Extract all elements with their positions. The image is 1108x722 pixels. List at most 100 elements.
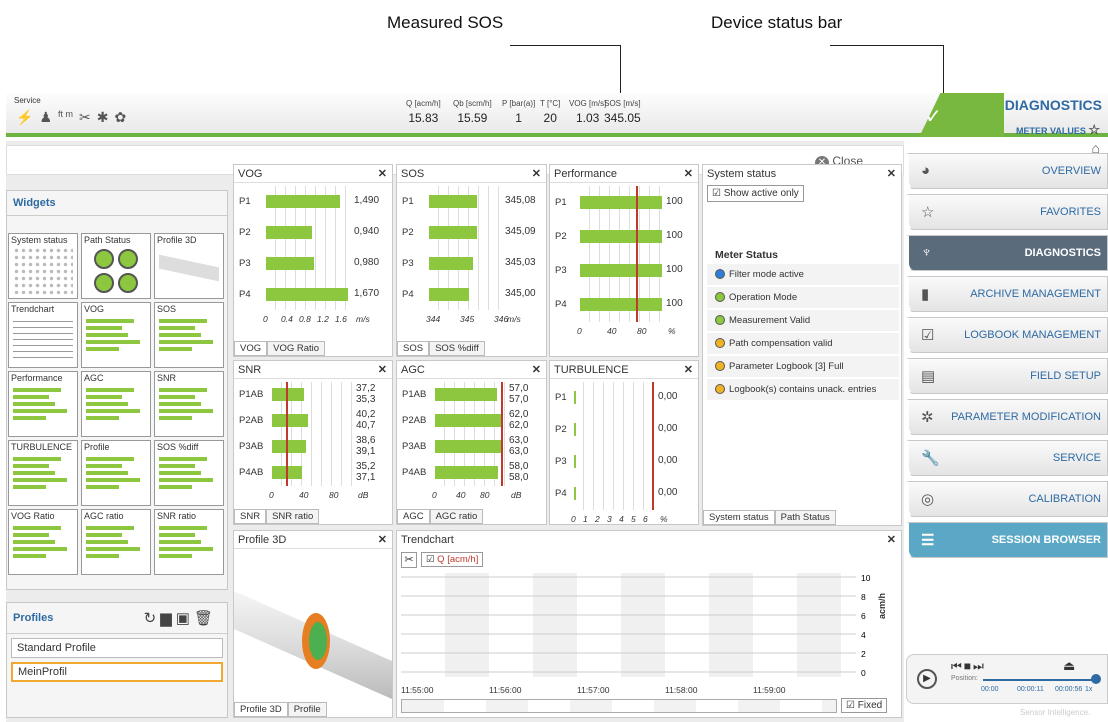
time-current: 00:00:11 xyxy=(1017,686,1044,693)
tab-system-status[interactable]: System status xyxy=(703,510,775,525)
nav-label: CALIBRATION xyxy=(1028,493,1101,505)
star-icon: ☆ xyxy=(1088,122,1100,137)
bar xyxy=(574,423,576,436)
tools-icon[interactable]: ✂ xyxy=(79,109,91,126)
widget-tile[interactable]: SNR ratio xyxy=(154,509,224,575)
widget-tile[interactable]: Performance xyxy=(8,371,78,437)
nav-calibration[interactable]: ◎ CALIBRATION xyxy=(906,481,1108,517)
tab-snr[interactable]: SNR xyxy=(234,509,267,524)
path-label: P3 xyxy=(402,257,414,269)
widget-tile[interactable]: Profile 3D xyxy=(154,233,224,299)
tab-vog-ratio[interactable]: VOG Ratio xyxy=(267,341,326,356)
series-toggle[interactable]: ☑ Q [acm/h] xyxy=(421,552,484,567)
badge-icon[interactable]: ✿ xyxy=(114,109,126,126)
play-icon[interactable]: ▶ xyxy=(917,669,937,689)
time-start: 00:00 xyxy=(981,686,999,693)
slider-handle[interactable] xyxy=(1091,674,1101,684)
widget-label: AGC xyxy=(84,373,106,383)
unit-label: m/s xyxy=(356,314,370,324)
widget-tile[interactable]: AGC ratio xyxy=(81,509,151,575)
y-tick: 4 xyxy=(861,630,866,640)
user-icon[interactable]: ♟ xyxy=(39,109,52,126)
tab-sos-diff[interactable]: SOS %diff xyxy=(429,341,485,356)
nav-favorites[interactable]: ☆ FAVORITES xyxy=(906,194,1108,230)
nav-overview[interactable]: ◕ OVERVIEW xyxy=(906,153,1108,189)
widget-thumbnail xyxy=(86,385,146,432)
close-icon[interactable]: ✕ xyxy=(532,361,541,379)
checkbox-icon: ☑ xyxy=(846,700,855,711)
widget-tile[interactable]: SOS %diff xyxy=(154,440,224,506)
sos-widget: SOS ✕ P1 345,08 P2 345,09 P3 345,03 P4 345,00 344… xyxy=(396,164,547,357)
tab-agc[interactable]: AGC xyxy=(397,509,430,524)
tab-agc-ratio[interactable]: AGC ratio xyxy=(429,509,484,524)
widget-tile[interactable]: AGC xyxy=(81,371,151,437)
tab-profile[interactable]: Profile xyxy=(287,702,327,717)
nav-field-setup[interactable]: ▤ FIELD SETUP xyxy=(906,358,1108,394)
meter-status-row: Filter mode active xyxy=(707,264,899,285)
close-icon[interactable]: ✕ xyxy=(684,165,693,183)
path-label: P4AB xyxy=(402,467,427,478)
tab-snr-ratio[interactable]: SNR ratio xyxy=(266,509,320,524)
tab-path-status[interactable]: Path Status xyxy=(774,510,836,525)
trend-plot: 10 8 6 4 2 0 xyxy=(401,573,871,678)
callout-measured-sos: Measured SOS xyxy=(387,13,504,32)
status-text: Logbook(s) contains unack. entries xyxy=(729,384,877,395)
x-tick: 11:56:00 xyxy=(489,685,522,695)
show-active-checkbox[interactable]: ☑ Show active only xyxy=(707,185,804,202)
close-icon[interactable]: ✕ xyxy=(378,531,387,549)
widget-tile[interactable]: SOS xyxy=(154,302,224,368)
widget-tile[interactable]: VOG Ratio xyxy=(8,509,78,575)
nav-service[interactable]: 🔧 SERVICE xyxy=(906,440,1108,476)
profile-meinprofil[interactable]: MeinProfil xyxy=(11,662,223,682)
unit-label: dB xyxy=(511,490,522,500)
widget-tile[interactable]: Trendchart xyxy=(8,302,78,368)
measure-label: SOS [m/s] xyxy=(604,99,641,108)
widget-thumbnail xyxy=(159,247,219,294)
position-slider[interactable] xyxy=(983,679,1095,681)
status-text: Measurement Valid xyxy=(729,315,811,326)
tick-label: 0 xyxy=(263,314,268,324)
nav-parameter-modification[interactable]: ✲ PARAMETER MODIFICATION xyxy=(906,399,1108,435)
bar xyxy=(574,487,576,500)
tab-vog[interactable]: VOG xyxy=(234,341,268,356)
path-label: P2 xyxy=(555,424,567,435)
nav-session-browser[interactable]: ☰ SESSION BROWSER xyxy=(906,522,1108,558)
position-label: Position: xyxy=(951,675,978,682)
bar xyxy=(580,230,662,243)
close-icon[interactable]: ✕ xyxy=(887,531,896,549)
profile-standard[interactable]: Standard Profile xyxy=(11,638,223,658)
nav-archive-management[interactable]: ▮ ARCHIVE MANAGEMENT xyxy=(906,276,1108,312)
nav-icon: ◎ xyxy=(921,491,935,508)
close-icon[interactable]: ✕ xyxy=(532,165,541,183)
widget-tile[interactable]: Path Status xyxy=(81,233,151,299)
fixed-checkbox[interactable]: ☑ Fixed xyxy=(841,698,888,713)
widget-tile[interactable]: VOG xyxy=(81,302,151,368)
meter-values-link[interactable]: METER VALUES ☆ xyxy=(1016,122,1100,138)
star-icon[interactable]: ✱ xyxy=(97,109,109,126)
tab-sos[interactable]: SOS xyxy=(397,341,430,356)
nav-logbook-management[interactable]: ☑ LOGBOOK MANAGEMENT xyxy=(906,317,1108,353)
tab-profile-3d[interactable]: Profile 3D xyxy=(234,702,288,717)
tools-icon[interactable]: ✂ xyxy=(401,552,417,568)
widget-tile[interactable]: TURBULENCE xyxy=(8,440,78,506)
plug-icon[interactable]: ⚡ xyxy=(16,109,33,126)
close-icon[interactable]: ✕ xyxy=(887,165,896,183)
transport-icons[interactable]: ⏮■⏭ xyxy=(951,659,986,674)
time-band xyxy=(709,573,753,677)
meter-status-row: Measurement Valid xyxy=(707,310,899,331)
widget-tile[interactable]: System status xyxy=(8,233,78,299)
x-tick: 11:59:00 xyxy=(753,685,786,695)
widget-tile[interactable]: Profile xyxy=(81,440,151,506)
tick-label: 345 xyxy=(460,314,475,324)
close-icon[interactable]: ✕ xyxy=(378,361,387,379)
eject-icon[interactable]: ⏏ xyxy=(1063,658,1075,674)
profile-actions[interactable]: ↻▆▣🗑 xyxy=(144,609,217,627)
units-icon[interactable]: ft m xyxy=(58,109,73,126)
close-icon[interactable]: ✕ xyxy=(378,165,387,183)
close-icon[interactable]: ✕ xyxy=(684,361,693,379)
widget-tile[interactable]: SNR xyxy=(154,371,224,437)
status-dot-icon xyxy=(715,361,725,372)
tick-label: 4 xyxy=(619,514,624,524)
time-scrollbar[interactable] xyxy=(401,699,837,713)
nav-diagnostics[interactable]: ♆ DIAGNOSTICS xyxy=(906,235,1108,271)
